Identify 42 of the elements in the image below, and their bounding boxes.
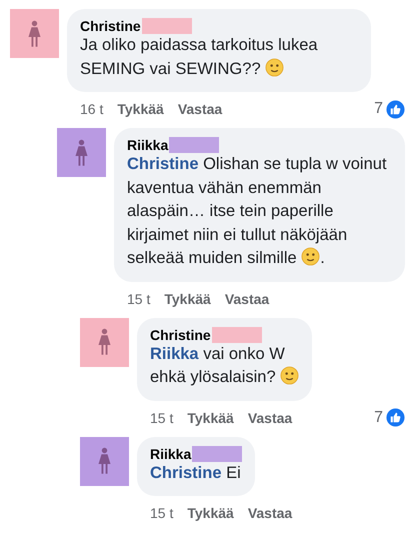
action-link[interactable]: Vastaa xyxy=(248,505,292,521)
comment-text: Riikka vai onko W ehkä ylösalaisin? xyxy=(150,342,300,390)
action-link[interactable]: Tykkää xyxy=(187,410,234,426)
comment-text: Christine Olishan se tupla w voinut kaventua vähän enemmän alaspäin… itse tein paperille kirjaimet niin ei tullut näköjään selkeää muiden silmille . xyxy=(127,154,388,269)
timestamp: 15 t xyxy=(150,505,174,521)
like-count: 7 xyxy=(374,100,383,118)
like-icon xyxy=(386,100,405,118)
timestamp: 15 t xyxy=(150,410,174,426)
mention-link[interactable]: Riikka xyxy=(150,344,199,362)
action-link[interactable]: Tykkää xyxy=(117,101,164,117)
emoji-icon xyxy=(301,247,320,266)
person-icon xyxy=(27,20,42,48)
author-name[interactable]: Riikka xyxy=(127,137,168,153)
comment-text: Christine Ei xyxy=(150,462,242,484)
person-icon xyxy=(97,447,112,475)
action-link[interactable]: Tykkää xyxy=(187,505,234,521)
action-link[interactable]: Vastaa xyxy=(248,410,292,426)
emoji-icon xyxy=(280,366,300,385)
avatar[interactable] xyxy=(10,9,59,58)
author-name[interactable]: Christine xyxy=(80,18,141,34)
avatar[interactable] xyxy=(80,318,129,366)
redaction-bar xyxy=(212,326,262,342)
person-icon xyxy=(74,138,89,166)
action-link[interactable]: Tykkää xyxy=(164,290,211,306)
author-name[interactable]: Riikka xyxy=(150,446,192,462)
redaction-bar xyxy=(169,137,220,153)
action-link[interactable]: Vastaa xyxy=(178,101,222,117)
action-link[interactable]: Vastaa xyxy=(224,290,270,306)
redaction-bar xyxy=(142,18,192,34)
author-name[interactable]: Christine xyxy=(150,326,211,342)
emoji-icon xyxy=(265,58,284,76)
avatar[interactable] xyxy=(80,436,129,486)
like-count: 7 xyxy=(374,408,383,426)
comment-text: Ja oliko paidassa tarkoitus lukea SEMING vai SEWING?? xyxy=(80,35,319,80)
timestamp: 15 t xyxy=(127,290,150,306)
like-icon xyxy=(386,408,405,427)
redaction-bar xyxy=(192,446,242,462)
avatar[interactable] xyxy=(57,128,106,177)
person-icon xyxy=(97,328,112,356)
timestamp: 16 t xyxy=(80,101,104,117)
mention-link[interactable]: Christine xyxy=(150,464,222,482)
mention-link[interactable]: Christine xyxy=(127,155,199,173)
